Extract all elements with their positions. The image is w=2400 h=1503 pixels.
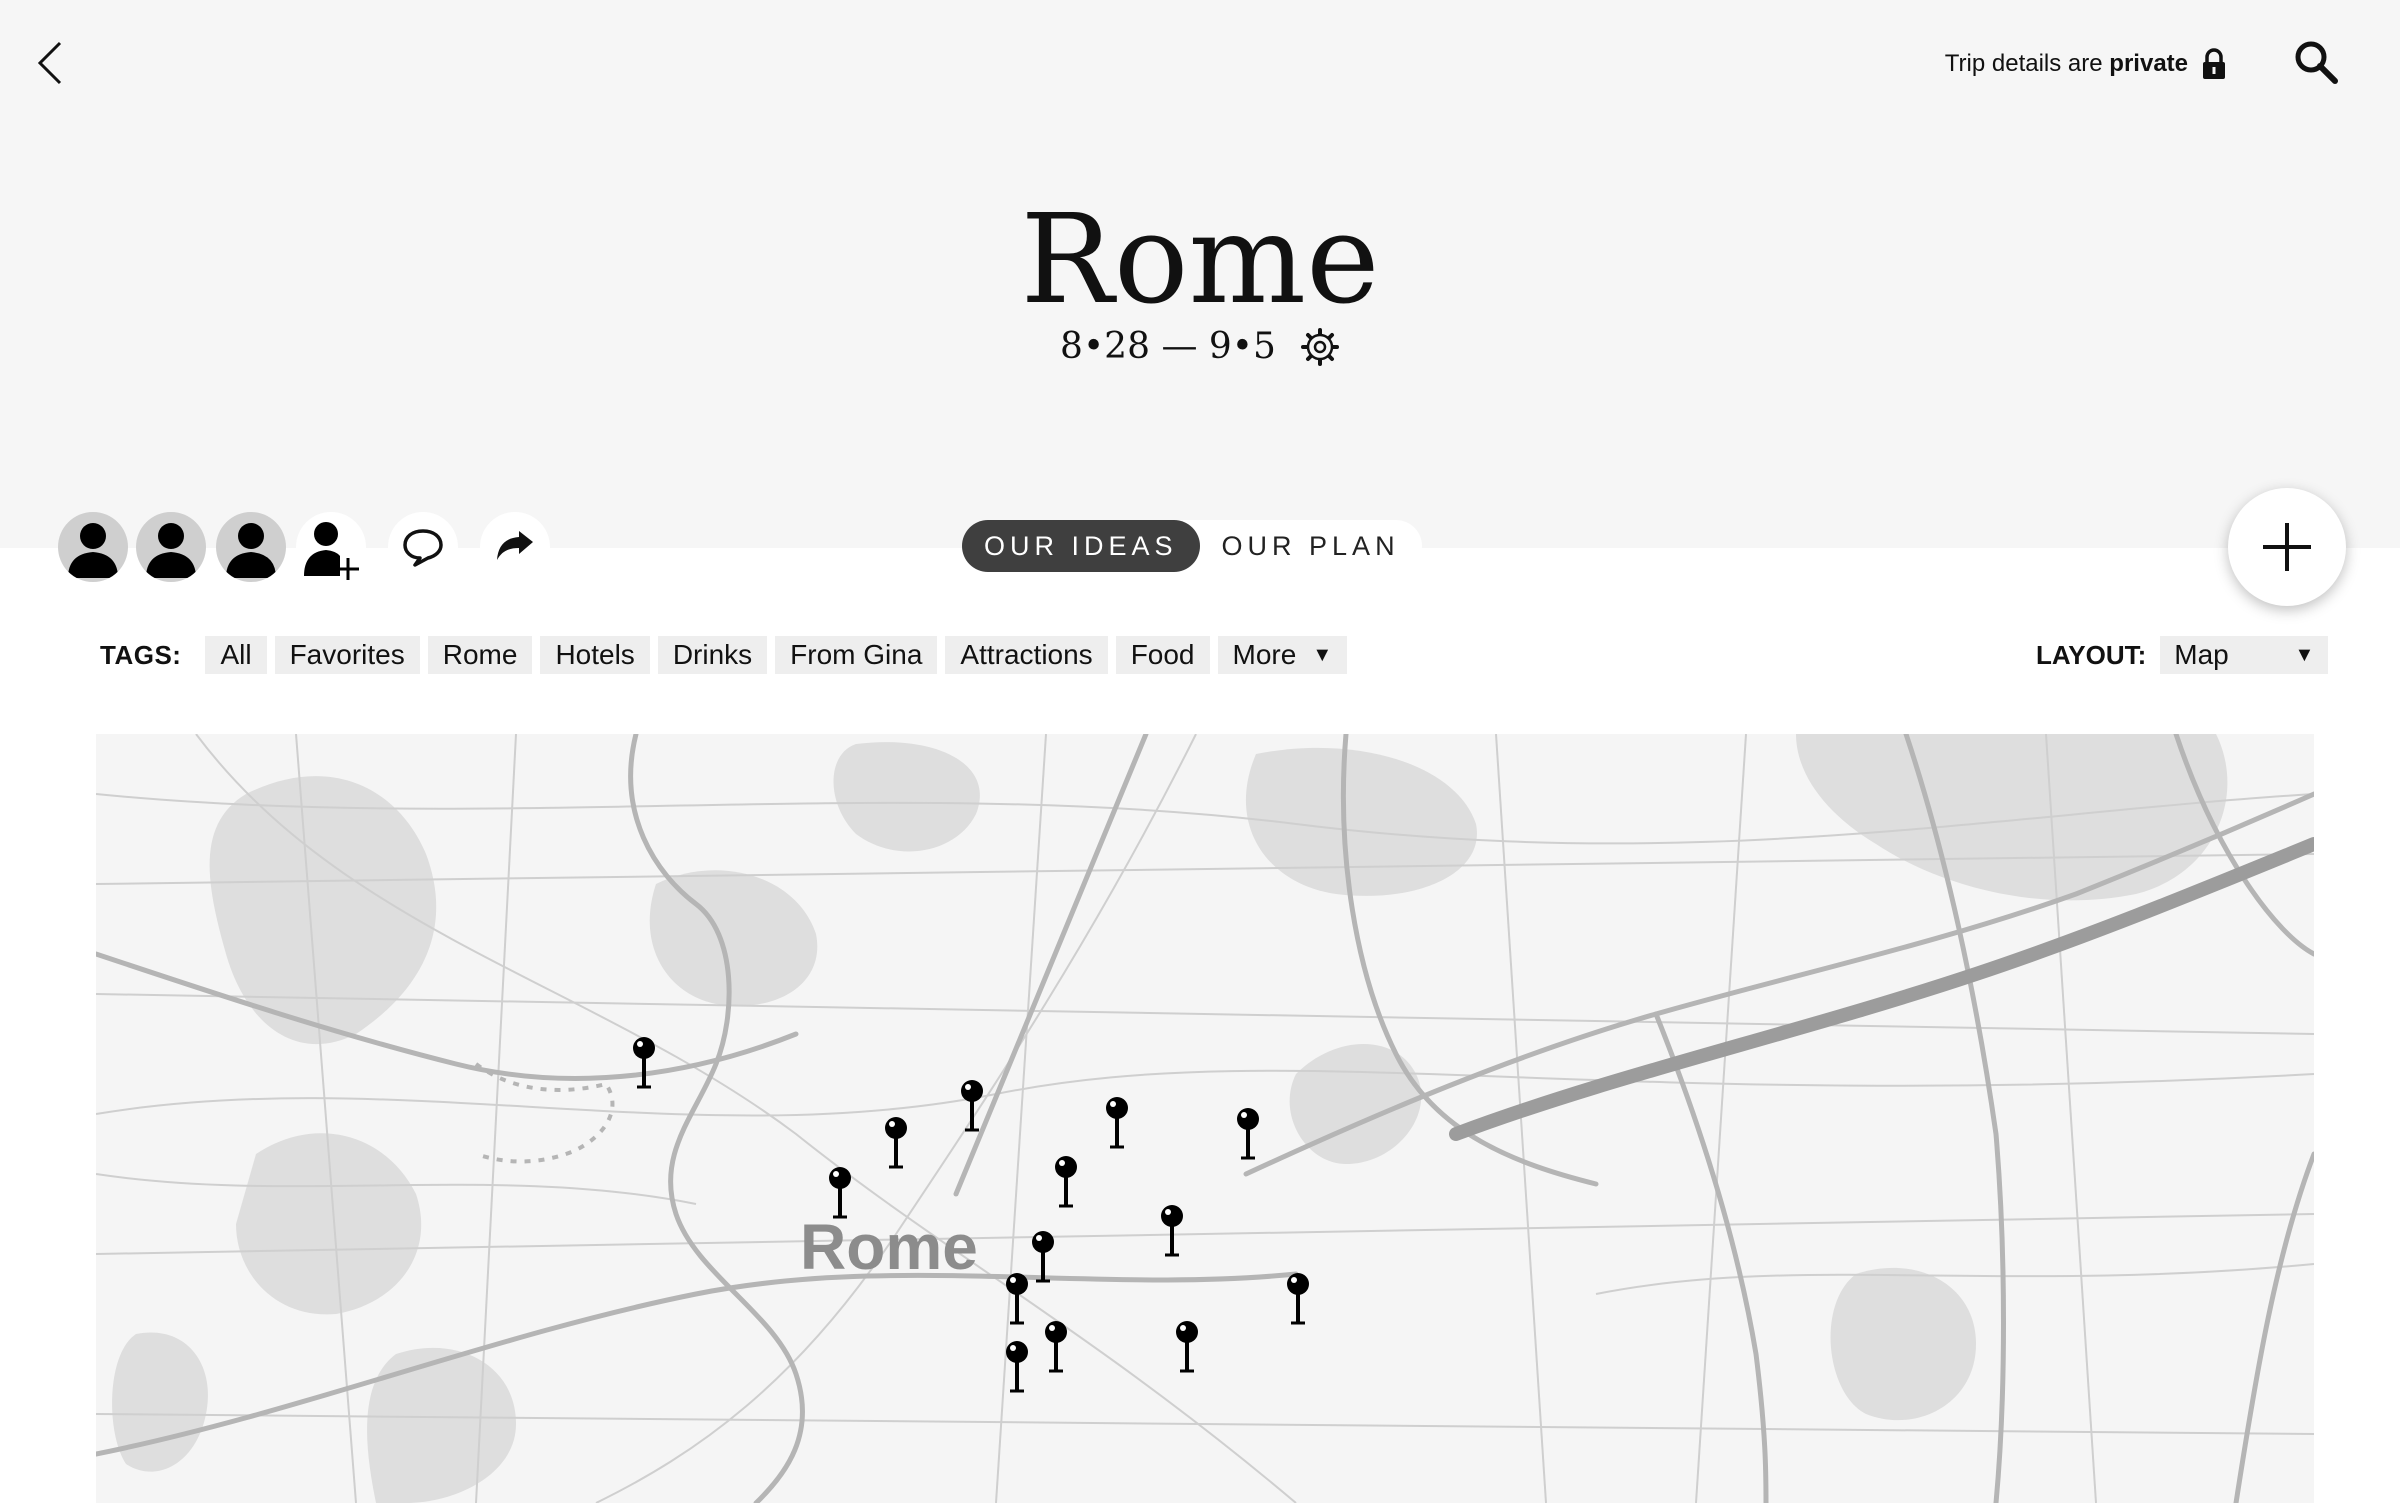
tag-food[interactable]: Food <box>1115 636 1210 674</box>
map-pin[interactable] <box>1030 1230 1056 1286</box>
chat-button[interactable] <box>388 512 458 582</box>
trip-dates-row: 8•28 — 9•5 <box>0 326 2400 367</box>
map-pin[interactable] <box>1053 1155 1079 1211</box>
layout-label: LAYOUT: <box>2036 639 2147 670</box>
person-silhouette-icon <box>226 523 276 578</box>
tag-favorites[interactable]: Favorites <box>274 636 420 674</box>
map-pin[interactable] <box>1159 1204 1185 1260</box>
member-avatar[interactable] <box>58 512 128 582</box>
trip-dates: 8•28 — 9•5 <box>1060 326 1276 367</box>
map-pin[interactable] <box>631 1036 657 1092</box>
person-silhouette-icon <box>146 523 196 578</box>
more-label: More <box>1232 639 1297 670</box>
map-pin[interactable] <box>827 1166 853 1222</box>
trip-title: Rome <box>1020 188 1380 332</box>
trip-map[interactable]: Rome <box>96 734 2314 1503</box>
tab-our-plan[interactable]: OUR PLAN <box>1200 520 1422 572</box>
member-avatar[interactable] <box>216 512 286 582</box>
layout-select[interactable]: Map ▼ <box>2160 636 2329 674</box>
share-button[interactable] <box>480 512 550 582</box>
person-silhouette-icon <box>68 523 118 578</box>
map-pin[interactable] <box>1004 1272 1030 1328</box>
tab-our-ideas[interactable]: OUR IDEAS <box>962 520 1200 572</box>
tag-more-dropdown[interactable]: More ▼ <box>1217 636 1348 674</box>
layout-control: LAYOUT: Map ▼ <box>2036 634 2329 676</box>
map-pin[interactable] <box>1174 1320 1200 1376</box>
caret-down-icon: ▼ <box>1312 643 1333 666</box>
tag-rome[interactable]: Rome <box>427 636 533 674</box>
tags-filter-bar: TAGS: All Favorites Rome Hotels Drinks F… <box>100 634 1355 676</box>
tag-drinks[interactable]: Drinks <box>657 636 768 674</box>
map-pin[interactable] <box>1043 1320 1069 1376</box>
plus-icon <box>2263 523 2311 571</box>
tag-all[interactable]: All <box>205 636 267 674</box>
privacy-text: Trip details are private <box>1944 50 2188 77</box>
tag-attractions[interactable]: Attractions <box>945 636 1108 674</box>
share-arrow-icon <box>497 531 533 560</box>
map-pin[interactable] <box>1285 1272 1311 1328</box>
tag-hotels[interactable]: Hotels <box>540 636 650 674</box>
map-pin[interactable] <box>883 1116 909 1172</box>
map-pin[interactable] <box>959 1079 985 1135</box>
caret-down-icon: ▼ <box>2294 643 2315 666</box>
chevron-left-icon <box>37 41 62 85</box>
tag-from-gina[interactable]: From Gina <box>775 636 938 674</box>
add-item-button[interactable] <box>2228 488 2346 606</box>
search-icon <box>2295 41 2338 84</box>
search-button[interactable] <box>2290 36 2342 88</box>
gear-icon <box>1300 327 1339 366</box>
add-member-button[interactable] <box>296 512 366 582</box>
map-base <box>96 734 2314 1503</box>
trip-settings-button[interactable] <box>1300 327 1340 367</box>
chat-bubble-icon <box>403 529 443 567</box>
privacy-status[interactable]: Trip details are private <box>1945 44 2226 84</box>
view-tabs: OUR IDEAS OUR PLAN <box>962 520 1422 572</box>
add-person-icon <box>304 522 359 580</box>
map-pin[interactable] <box>1235 1107 1261 1163</box>
layout-value: Map <box>2174 639 2229 670</box>
back-button[interactable] <box>24 32 74 94</box>
lock-icon <box>2203 48 2225 79</box>
member-avatar[interactable] <box>136 512 206 582</box>
tags-label: TAGS: <box>100 639 182 670</box>
map-pin[interactable] <box>1104 1096 1130 1152</box>
map-pin[interactable] <box>1004 1340 1030 1396</box>
